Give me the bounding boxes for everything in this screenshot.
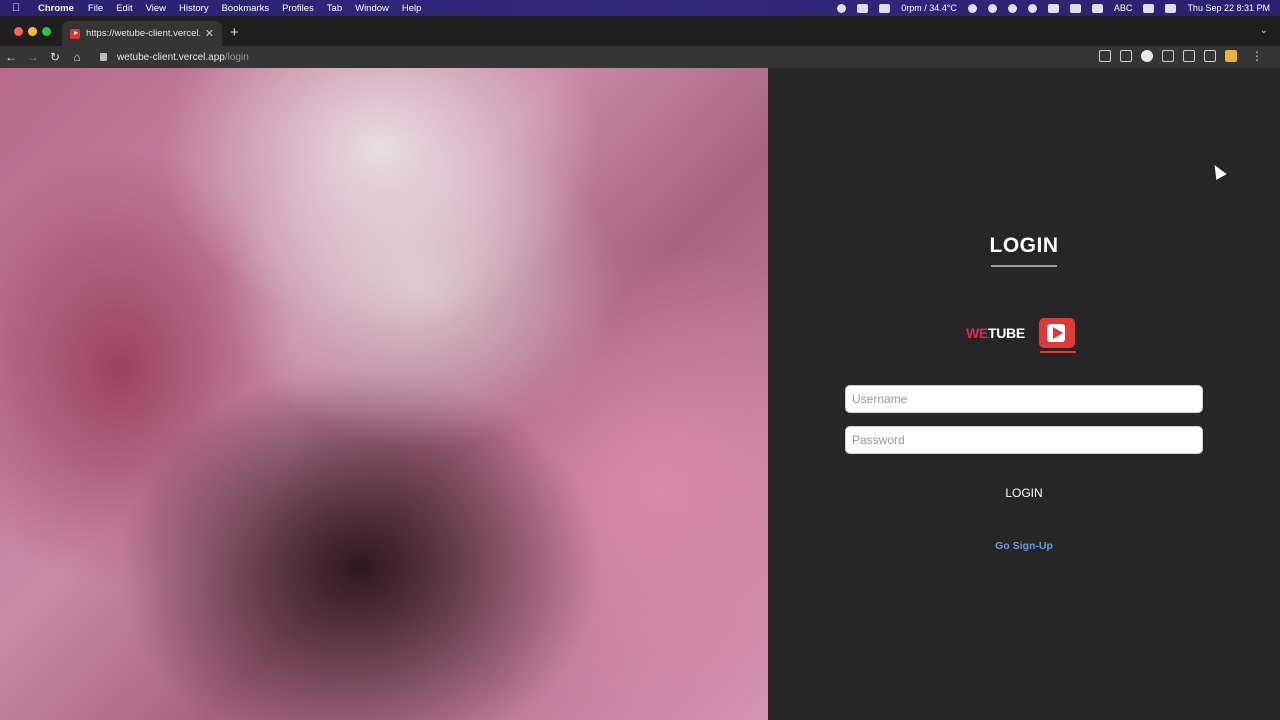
brand-we: WE	[966, 325, 988, 341]
menu-window[interactable]: Window	[355, 3, 389, 14]
tab-close-icon[interactable]: ✕	[205, 27, 214, 40]
share-icon[interactable]	[1099, 50, 1111, 62]
window-minimize-button[interactable]	[28, 27, 37, 36]
menu-view[interactable]: View	[146, 3, 166, 14]
browser-toolbar: ← → ↻ ⌂ wetube-client.vercel.app/login ⋮	[0, 46, 1280, 68]
play-icon[interactable]	[1007, 3, 1017, 13]
url-host: wetube-client.vercel.app	[117, 51, 225, 63]
login-submit-button[interactable]: LOGIN	[974, 482, 1074, 504]
more-menu-icon[interactable]: ⋮	[1246, 49, 1268, 63]
profile-avatar-icon[interactable]	[1225, 50, 1237, 62]
macos-menubar:  Chrome File Edit View History Bookmark…	[0, 0, 1280, 16]
reload-icon[interactable]: ↻	[44, 50, 66, 64]
go-signup-link[interactable]: Go Sign-Up	[768, 540, 1280, 552]
bluetooth-icon[interactable]	[1069, 3, 1081, 13]
browser-tab-active[interactable]: https://wetube-client.vercel.ap ✕	[62, 21, 222, 46]
menubar-clock[interactable]: Thu Sep 22 8:31 PM	[1187, 3, 1270, 13]
menu-file[interactable]: File	[88, 3, 103, 14]
shield-icon[interactable]	[857, 3, 869, 13]
menubar-status-area: 0rpm / 34.4°C ABC Thu Sep 22 8:31 PM	[837, 0, 1270, 16]
menu-tab[interactable]: Tab	[327, 3, 342, 14]
browser-tab-strip: https://wetube-client.vercel.ap ✕ + ⌄	[0, 16, 1280, 46]
url-path: /login	[224, 51, 249, 63]
cloud-icon[interactable]	[879, 3, 891, 13]
input-source[interactable]: ABC	[1114, 3, 1133, 13]
forward-arrow-icon[interactable]: →	[22, 50, 44, 64]
password-input[interactable]	[845, 426, 1203, 454]
menu-bookmarks[interactable]: Bookmarks	[222, 3, 270, 14]
tab-search-chevron-icon[interactable]: ⌄	[1260, 25, 1268, 36]
lock-icon[interactable]	[100, 53, 107, 61]
hero-background-image	[0, 68, 768, 720]
wetube-logo: WETUBE	[966, 318, 1076, 353]
menu-app-name[interactable]: Chrome	[38, 3, 74, 14]
apple-icon[interactable]: 	[12, 2, 24, 14]
back-arrow-icon[interactable]: ←	[0, 50, 22, 64]
menu-edit[interactable]: Edit	[116, 3, 132, 14]
page-title: LOGIN	[989, 234, 1059, 257]
weather-icon[interactable]	[987, 3, 997, 13]
extensions-puzzle-icon[interactable]	[1183, 50, 1195, 62]
fan-status[interactable]: 0rpm / 34.4°C	[901, 3, 957, 13]
tab-title: https://wetube-client.vercel.ap	[86, 28, 201, 39]
control-center-icon[interactable]	[1165, 3, 1177, 13]
menu-profiles[interactable]: Profiles	[282, 3, 314, 14]
extension-dots-icon[interactable]	[1162, 50, 1174, 62]
status-app-icon[interactable]	[837, 3, 847, 13]
search-icon[interactable]	[967, 3, 977, 13]
new-tab-plus-icon[interactable]: +	[230, 24, 239, 41]
address-bar[interactable]: wetube-client.vercel.app/login	[96, 47, 1116, 67]
toolbar-actions: ⋮	[1099, 49, 1268, 63]
chat-icon[interactable]	[1027, 3, 1037, 13]
play-button-logo-icon	[1038, 318, 1075, 348]
brand-tube: TUBE	[987, 325, 1025, 341]
side-panel-icon[interactable]	[1204, 50, 1216, 62]
menu-help[interactable]: Help	[402, 3, 422, 14]
bookmark-star-icon[interactable]	[1120, 50, 1132, 62]
extension-f-icon[interactable]	[1141, 50, 1153, 62]
logo-underline	[1040, 351, 1076, 353]
battery-icon[interactable]	[1091, 3, 1103, 13]
username-input[interactable]	[845, 385, 1203, 413]
wifi-icon[interactable]	[1143, 3, 1155, 13]
volume-icon[interactable]	[1047, 3, 1059, 13]
youtube-favicon-icon	[70, 28, 80, 39]
home-icon[interactable]: ⌂	[66, 50, 88, 64]
title-underline	[991, 265, 1057, 267]
login-panel: LOGIN WETUBE LOGIN Go Sign-Up	[768, 68, 1280, 720]
window-zoom-button[interactable]	[42, 27, 51, 36]
page-content: LOGIN WETUBE LOGIN Go Sign-Up	[0, 68, 1280, 720]
window-close-button[interactable]	[14, 27, 23, 36]
brand-wordmark: WETUBE	[966, 325, 1025, 341]
menu-history[interactable]: History	[179, 3, 209, 14]
